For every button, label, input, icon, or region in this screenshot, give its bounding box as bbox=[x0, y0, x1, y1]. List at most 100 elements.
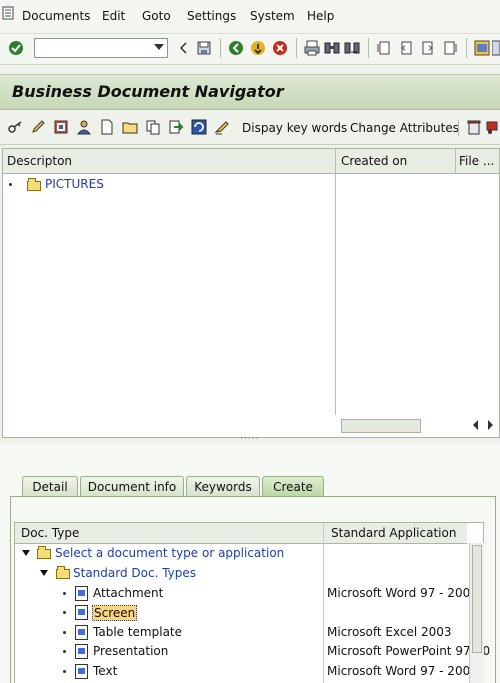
tree-row-label-selected[interactable]: Screen bbox=[92, 605, 138, 621]
menu-system[interactable]: System bbox=[250, 9, 295, 23]
cancel-icon[interactable] bbox=[272, 40, 288, 56]
menu-documents[interactable]: Documents bbox=[22, 9, 90, 23]
document-tree-panel: Descripton Created on File ... PICTURES bbox=[2, 148, 500, 438]
previous-page-icon[interactable] bbox=[398, 40, 414, 56]
splitter-handle[interactable]: ····· bbox=[240, 434, 259, 444]
enter-check-icon[interactable] bbox=[8, 40, 24, 56]
tree-row-standard-doc-types[interactable]: Standard Doc. Types bbox=[15, 564, 467, 583]
menu-help[interactable]: Help bbox=[307, 9, 334, 23]
new-document-icon[interactable] bbox=[99, 119, 115, 135]
tree-header: Descripton Created on File ... bbox=[3, 149, 499, 174]
expand-arrow-icon[interactable] bbox=[22, 550, 30, 556]
tab-detail[interactable]: Detail bbox=[22, 476, 78, 496]
find-next-icon[interactable] bbox=[344, 40, 360, 56]
tree-leaf-bullet bbox=[63, 670, 66, 673]
horizontal-scrollbar[interactable] bbox=[341, 419, 497, 433]
standard-application-cell: Microsoft Word 97 - 2003 bbox=[327, 586, 478, 600]
open-folder-icon[interactable] bbox=[122, 119, 138, 135]
tree-leaf-bullet bbox=[63, 631, 66, 634]
tab-document-info[interactable]: Document info bbox=[80, 476, 184, 496]
pencil-icon[interactable] bbox=[30, 119, 46, 135]
import-icon[interactable] bbox=[168, 119, 184, 135]
find-icon[interactable] bbox=[324, 40, 340, 56]
toolbar-separator bbox=[220, 38, 221, 58]
tab-keywords[interactable]: Keywords bbox=[186, 476, 260, 496]
tree-node-label[interactable]: PICTURES bbox=[45, 177, 104, 191]
tree-row-screen[interactable]: Screen bbox=[15, 603, 467, 622]
exit-icon[interactable] bbox=[250, 40, 266, 56]
tree-leaf-bullet bbox=[63, 592, 66, 595]
column-header-standard-application[interactable]: Standard Application bbox=[331, 526, 456, 540]
folder-icon bbox=[27, 178, 41, 191]
tree-row-label[interactable]: Attachment bbox=[93, 586, 163, 600]
menu-goto[interactable]: Goto bbox=[142, 9, 171, 23]
command-field[interactable] bbox=[34, 38, 168, 58]
menu-settings[interactable]: Settings bbox=[187, 9, 236, 23]
standard-application-cell: Microsoft PowerPoint 97-20 bbox=[327, 644, 491, 658]
expand-arrow-icon[interactable] bbox=[40, 570, 48, 576]
grid-header: Doc. Type Standard Application bbox=[15, 523, 467, 544]
word-document-icon bbox=[75, 664, 88, 679]
scrollbar-thumb[interactable] bbox=[341, 419, 421, 433]
chevron-down-icon[interactable] bbox=[154, 44, 164, 50]
tree-row-root[interactable]: Select a document type or application bbox=[15, 544, 467, 563]
column-header-doc-type[interactable]: Doc. Type bbox=[21, 526, 79, 540]
last-page-icon[interactable] bbox=[442, 40, 458, 56]
tree-row-label[interactable]: Presentation bbox=[93, 644, 168, 658]
refresh-icon[interactable] bbox=[191, 119, 207, 135]
help-icon[interactable] bbox=[492, 40, 500, 56]
display-object-icon[interactable] bbox=[53, 119, 69, 135]
standard-application-cell: Microsoft Excel 2003 bbox=[327, 625, 452, 639]
print-icon[interactable] bbox=[304, 40, 320, 56]
menu-edit[interactable]: Edit bbox=[102, 9, 125, 23]
save-icon[interactable] bbox=[196, 40, 212, 56]
toolbar-separator bbox=[458, 119, 459, 137]
display-key-words-button[interactable]: Dispay key words bbox=[242, 121, 347, 135]
create-doc-type-grid: Doc. Type Standard Application Select a … bbox=[14, 522, 490, 683]
command-input[interactable] bbox=[35, 39, 151, 57]
tree-row-label[interactable]: Text bbox=[93, 664, 117, 678]
tree-row-label[interactable]: Select a document type or application bbox=[55, 546, 284, 560]
tree-leaf-bullet bbox=[63, 611, 66, 614]
menu-bar: Documents Edit Goto Settings System Help bbox=[0, 0, 500, 34]
column-header-file[interactable]: File ... bbox=[459, 154, 494, 168]
excel-document-icon bbox=[75, 625, 88, 640]
transport-icon[interactable] bbox=[486, 119, 500, 135]
scroll-left-icon[interactable] bbox=[471, 419, 481, 431]
key-icon[interactable] bbox=[7, 119, 23, 135]
next-page-icon[interactable] bbox=[420, 40, 436, 56]
collapse-left-icon[interactable] bbox=[176, 40, 192, 56]
change-attributes-button[interactable]: Change Attributes bbox=[350, 121, 459, 135]
application-toolbar: Dispay key words Change Attributes bbox=[0, 110, 500, 145]
highlighter-icon[interactable] bbox=[214, 119, 230, 135]
tree-row-presentation[interactable]: Presentation Microsoft PowerPoint 97-20 bbox=[15, 642, 490, 661]
column-header-description[interactable]: Descripton bbox=[7, 154, 72, 168]
tree-row-label[interactable]: Table template bbox=[93, 625, 182, 639]
standard-application-cell: Microsoft Word 97 - 2003 bbox=[327, 664, 478, 678]
tree-row-text[interactable]: Text Microsoft Word 97 - 2003 bbox=[15, 662, 478, 681]
tree-row-table-template[interactable]: Table template Microsoft Excel 2003 bbox=[15, 623, 467, 642]
word-document-icon bbox=[75, 586, 88, 601]
tree-row-label[interactable]: Standard Doc. Types bbox=[73, 566, 196, 580]
scrollbar-thumb[interactable] bbox=[472, 545, 482, 653]
user-icon[interactable] bbox=[76, 119, 92, 135]
delete-icon[interactable] bbox=[466, 119, 482, 135]
column-divider[interactable] bbox=[455, 149, 456, 173]
column-divider[interactable] bbox=[335, 149, 336, 415]
folder-icon bbox=[56, 566, 70, 579]
tree-row-attachment[interactable]: Attachment Microsoft Word 97 - 2003 bbox=[15, 584, 478, 603]
vertical-scrollbar[interactable] bbox=[469, 543, 484, 683]
copy-icon[interactable] bbox=[145, 119, 161, 135]
page-title: Business Document Navigator bbox=[12, 82, 284, 101]
powerpoint-document-icon bbox=[75, 644, 88, 659]
tab-create[interactable]: Create bbox=[262, 476, 324, 496]
first-page-icon[interactable] bbox=[376, 40, 392, 56]
tree-leaf-bullet bbox=[63, 650, 66, 653]
folder-icon bbox=[37, 546, 51, 559]
back-icon[interactable] bbox=[228, 40, 244, 56]
scroll-right-icon[interactable] bbox=[485, 419, 495, 431]
create-session-icon[interactable] bbox=[474, 40, 490, 56]
toolbar-separator bbox=[466, 38, 467, 58]
column-header-created-on[interactable]: Created on bbox=[341, 154, 407, 168]
system-menu-icon[interactable] bbox=[2, 6, 14, 20]
